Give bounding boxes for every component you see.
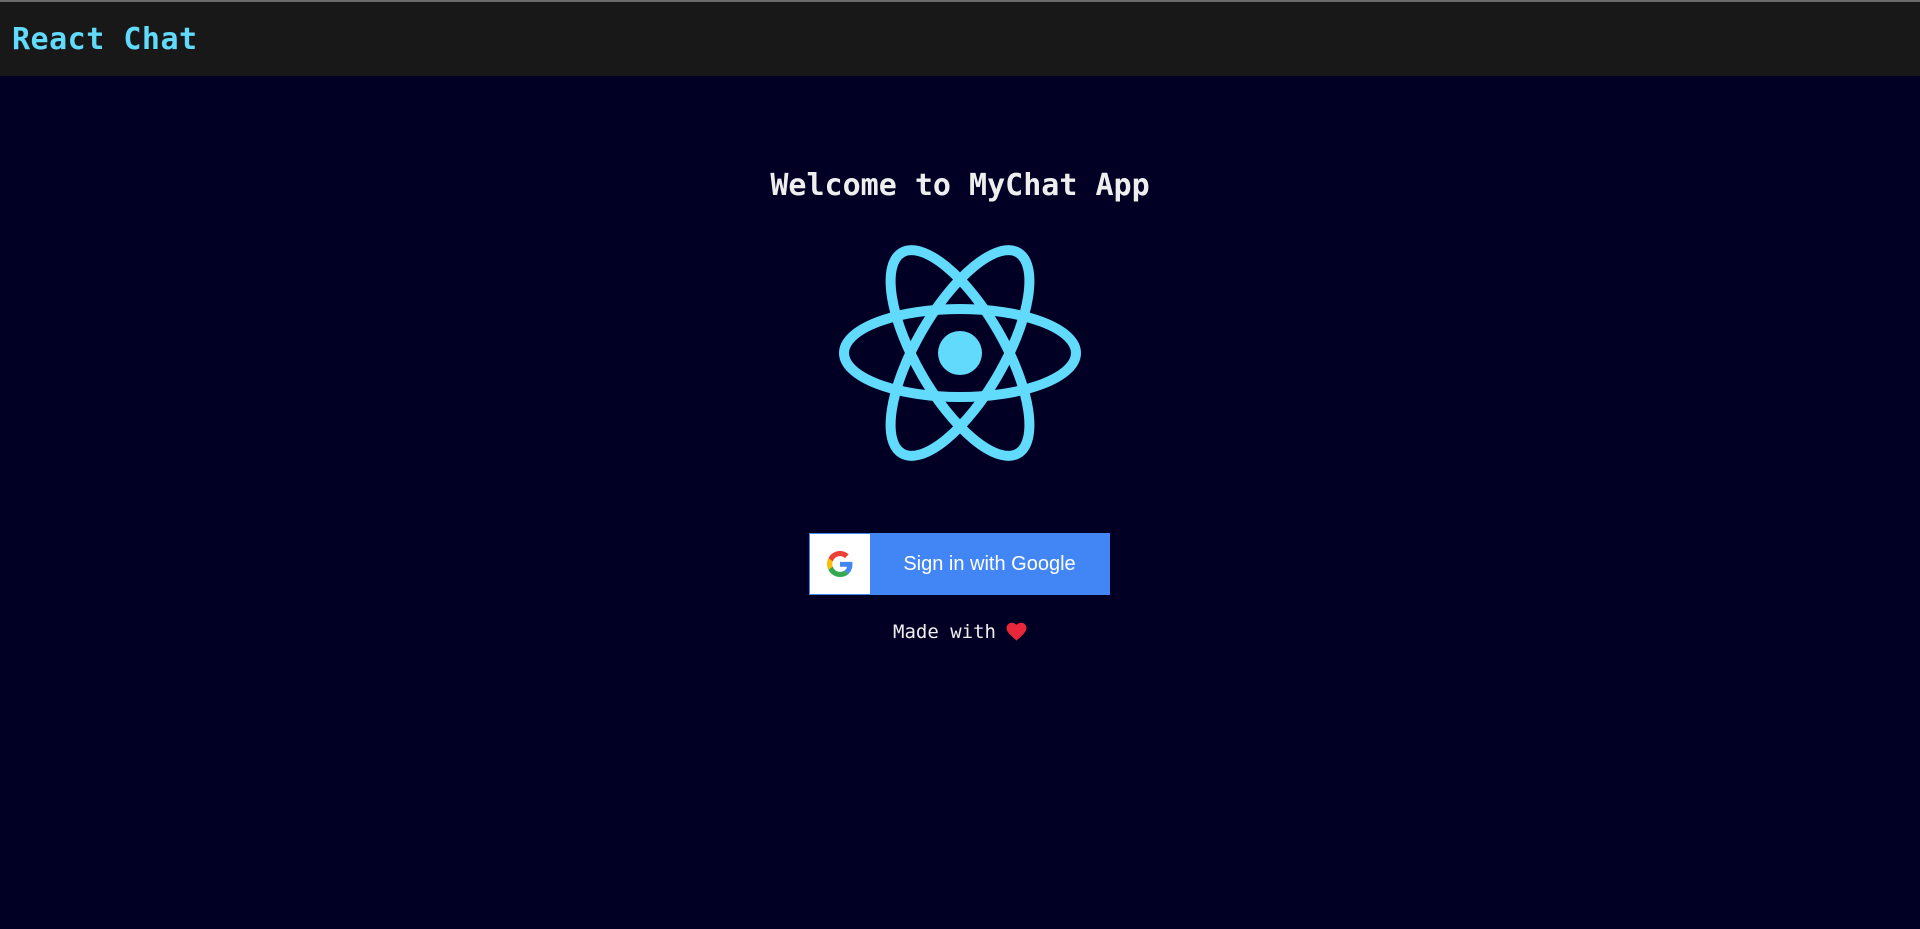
- google-signin-label: Sign in with Google: [903, 552, 1076, 575]
- heart-icon: [1006, 622, 1027, 641]
- footer-credit: Made with: [0, 622, 1920, 642]
- navbar: React Chat: [0, 2, 1920, 76]
- react-atom-icon: [839, 245, 1081, 461]
- login-page: Welcome to MyChat App Sign in with Googl…: [0, 76, 1920, 929]
- brand-title[interactable]: React Chat: [12, 25, 198, 55]
- welcome-title: Welcome to MyChat App: [770, 168, 1150, 203]
- google-g-icon: [827, 551, 853, 577]
- google-icon-box: [810, 534, 870, 594]
- footer-text: Made with: [893, 621, 996, 643]
- google-signin-button[interactable]: Sign in with Google: [809, 533, 1110, 595]
